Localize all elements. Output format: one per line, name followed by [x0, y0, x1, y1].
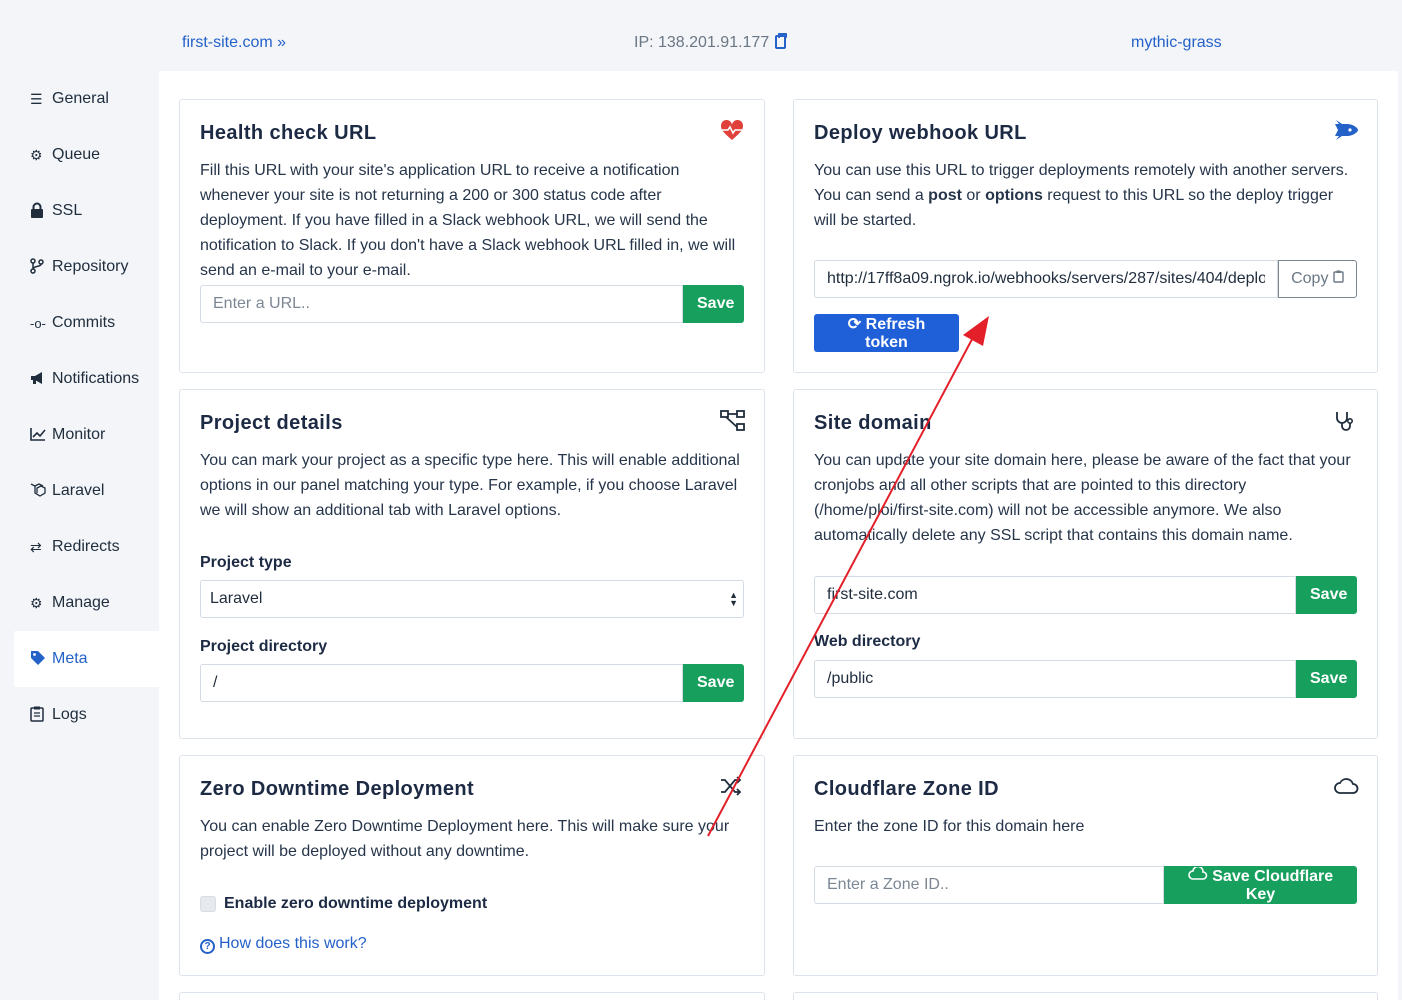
chart-icon [30, 427, 50, 444]
sidebar: ☰ General ⚙ Queue SSL Repository -o- Commit… [14, 71, 159, 743]
card-description: Enter the zone ID for this domain here [814, 818, 1085, 835]
sidebar-item-repository[interactable]: Repository [14, 239, 159, 295]
stethoscope-icon [1333, 410, 1357, 432]
heartbeat-icon [720, 119, 744, 142]
project-details-card: Project details You can mark your projec… [179, 389, 765, 739]
card-title: Health check URL [200, 122, 377, 144]
branch-icon [30, 257, 50, 277]
project-save-button[interactable]: Save [683, 664, 744, 702]
sidebar-item-ssl[interactable]: SSL [14, 183, 159, 239]
sidebar-item-general[interactable]: ☰ General [14, 71, 159, 127]
site-domain-card: Site domain You can update your site dom… [793, 389, 1378, 739]
lock-icon [30, 202, 50, 221]
health-url-input[interactable] [200, 285, 683, 323]
sidebar-item-laravel[interactable]: Laravel [14, 463, 159, 519]
project-type-label: Project type [200, 554, 292, 571]
clipboard-icon [1333, 270, 1344, 287]
card-title: Site domain [814, 412, 932, 434]
clipboard-icon [30, 706, 50, 725]
refresh-icon: ⟳ [847, 316, 862, 333]
partial-card [179, 992, 765, 1000]
cloud-icon [1333, 776, 1359, 798]
arrows-icon: ⇄ [30, 538, 42, 555]
domain-input[interactable] [814, 576, 1296, 614]
tag-icon [30, 650, 50, 669]
gear-icon: ⚙ [30, 146, 43, 163]
web-directory-input[interactable] [814, 660, 1296, 698]
rocket-icon [1333, 120, 1358, 142]
server-link[interactable]: mythic-grass [1131, 34, 1222, 52]
copy-button[interactable]: Copy [1278, 260, 1357, 298]
refresh-token-button[interactable]: ⟳ Refresh token [814, 314, 959, 352]
select-caret-icon: ▲ ▼ [729, 590, 738, 608]
project-directory-label: Project directory [200, 638, 328, 655]
how-does-this-work-link[interactable]: ? How does this work? [200, 935, 367, 954]
card-description: You can mark your project as a specific … [200, 452, 740, 519]
sidebar-item-queue[interactable]: ⚙ Queue [14, 127, 159, 183]
health-save-button[interactable]: Save [683, 285, 744, 323]
sidebar-item-meta[interactable]: Meta [14, 631, 159, 687]
megaphone-icon [30, 371, 50, 388]
project-type-select[interactable]: Laravel ▲ ▼ [200, 580, 744, 618]
card-title: Deploy webhook URL [814, 122, 1027, 144]
question-icon: ? [200, 939, 215, 954]
laravel-icon [30, 482, 50, 501]
webhook-url-group: Copy [814, 260, 1357, 298]
sidebar-item-monitor[interactable]: Monitor [14, 407, 159, 463]
card-description: You can use this URL to trigger deployme… [814, 162, 1349, 229]
zero-downtime-option[interactable]: Enable zero downtime deployment [200, 895, 487, 913]
list-icon: ☰ [30, 90, 43, 107]
site-link[interactable]: first-site.com » [182, 34, 286, 52]
health-check-card: Health check URL Fill this URL with your… [179, 99, 765, 373]
card-description: Fill this URL with your site's applicati… [200, 162, 736, 279]
zone-id-group: Save Cloudflare Key [814, 865, 1357, 904]
ip-text: IP: 138.201.91.177 [634, 34, 770, 51]
sidebar-item-commits[interactable]: -o- Commits [14, 295, 159, 351]
health-url-group: Save [200, 285, 744, 323]
commit-icon: -o- [30, 315, 46, 331]
web-directory-label: Web directory [814, 633, 921, 650]
shuffle-icon [720, 776, 744, 798]
domain-group: Save [814, 576, 1357, 614]
card-title: Cloudflare Zone ID [814, 778, 999, 800]
sidebar-item-manage[interactable]: ⚙ Manage [14, 575, 159, 631]
zero-downtime-checkbox[interactable] [200, 896, 216, 912]
web-directory-group: Save [814, 660, 1357, 698]
card-description: You can update your site domain here, pl… [814, 452, 1351, 544]
card-title: Project details [200, 412, 343, 434]
card-description: You can enable Zero Downtime Deployment … [200, 818, 730, 860]
checkbox-label: Enable zero downtime deployment [224, 895, 488, 912]
sidebar-item-redirects[interactable]: ⇄ Redirects [14, 519, 159, 575]
project-directory-group: Save [200, 664, 744, 702]
project-directory-input[interactable] [200, 664, 683, 702]
sidebar-item-logs[interactable]: Logs [14, 687, 159, 743]
card-title: Zero Downtime Deployment [200, 778, 475, 800]
sitemap-icon [720, 410, 745, 432]
zone-id-input[interactable] [814, 866, 1164, 904]
save-cloudflare-key-button[interactable]: Save Cloudflare Key [1164, 865, 1357, 904]
sidebar-item-notifications[interactable]: Notifications [14, 351, 159, 407]
cloudflare-card: Cloudflare Zone ID Enter the zone ID for… [793, 755, 1378, 976]
top-bar: first-site.com » IP: 138.201.91.177 myth… [0, 0, 1402, 70]
zero-downtime-card: Zero Downtime Deployment You can enable … [179, 755, 765, 976]
deploy-webhook-card: Deploy webhook URL You can use this URL … [793, 99, 1378, 373]
copy-ip-icon[interactable] [775, 33, 788, 49]
cloud-icon [1188, 865, 1212, 885]
partial-card [793, 992, 1378, 1000]
server-ip: IP: 138.201.91.177 [634, 33, 788, 52]
domain-save-button[interactable]: Save [1296, 576, 1357, 614]
cogs-icon: ⚙ [30, 594, 43, 611]
web-directory-save-button[interactable]: Save [1296, 660, 1357, 698]
webhook-url-input[interactable] [814, 260, 1278, 298]
